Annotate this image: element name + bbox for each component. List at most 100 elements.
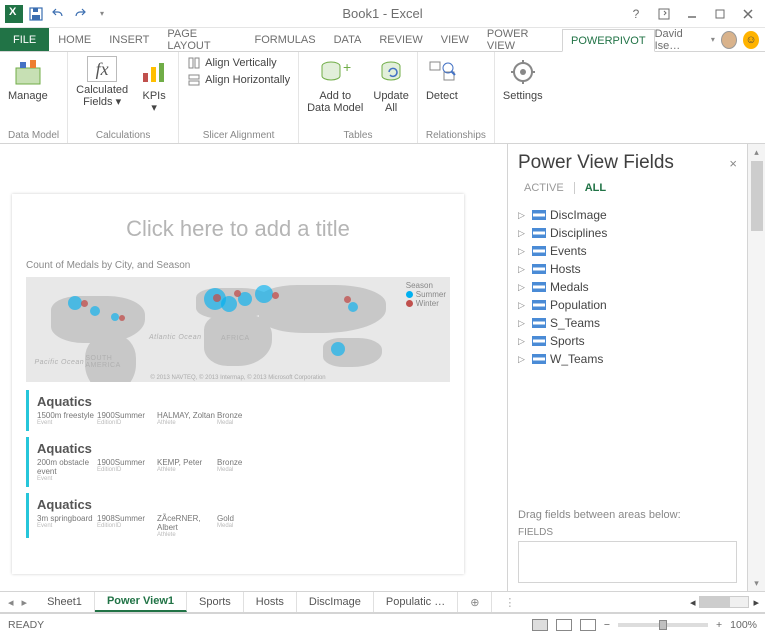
group-tables: + Add toData Model UpdateAll Tables xyxy=(299,52,418,143)
map-attribution: © 2013 NAVTEQ, © 2013 Intermap, © 2013 M… xyxy=(150,375,325,381)
sheet-tab-bar: ◂ ▸ Sheet1Power View1SportsHostsDiscImag… xyxy=(0,591,765,613)
ribbon-tabs: FILE HOME INSERT PAGE LAYOUT FORMULAS DA… xyxy=(0,28,765,52)
avatar[interactable] xyxy=(721,31,737,49)
field-table-disciplines[interactable]: ▷Disciplines xyxy=(518,224,737,242)
table-icon xyxy=(532,300,546,310)
table-icon xyxy=(532,264,546,274)
manage-button[interactable]: Manage xyxy=(8,56,48,102)
tab-data[interactable]: DATA xyxy=(325,28,371,51)
table-icon xyxy=(532,282,546,292)
power-view-fields-pane: Power View Fields× ACTIVE ALL ▷DiscImage… xyxy=(507,144,747,591)
page-break-view-icon[interactable] xyxy=(580,619,596,631)
add-to-data-model-button[interactable]: + Add toData Model xyxy=(307,56,363,114)
user-name[interactable]: David Ise… xyxy=(655,28,705,52)
data-cards[interactable]: Aquatics1500m freestyleEvent1900SummerEd… xyxy=(26,390,450,538)
zoom-slider[interactable] xyxy=(618,623,708,627)
scroll-up-icon[interactable]: ▴ xyxy=(754,144,759,160)
tab-formulas[interactable]: FORMULAS xyxy=(245,28,324,51)
data-card[interactable]: Aquatics200m obstacle eventEvent1900Summ… xyxy=(26,437,450,487)
tab-view[interactable]: VIEW xyxy=(432,28,478,51)
title-bar: ▾ Book1 - Excel ? xyxy=(0,0,765,28)
minimize-icon[interactable] xyxy=(679,4,705,24)
tab-review[interactable]: REVIEW xyxy=(370,28,431,51)
scroll-left-icon[interactable]: ◂ xyxy=(690,596,696,609)
align-vertically-button[interactable]: Align Vertically xyxy=(187,56,290,70)
field-table-medals[interactable]: ▷Medals xyxy=(518,278,737,296)
feedback-icon[interactable]: ☺ xyxy=(743,31,759,49)
field-table-s_teams[interactable]: ▷S_Teams xyxy=(518,314,737,332)
sheet-tab-power-view1[interactable]: Power View1 xyxy=(95,592,187,612)
group-calculations: fx CalculatedFields ▾ KPIs▾ Calculations xyxy=(68,52,179,143)
field-table-list: ▷DiscImage▷Disciplines▷Events▷Hosts▷Meda… xyxy=(518,206,737,368)
table-icon xyxy=(532,210,546,220)
field-table-sports[interactable]: ▷Sports xyxy=(518,332,737,350)
tab-active-fields[interactable]: ACTIVE xyxy=(518,180,570,196)
tab-page-layout[interactable]: PAGE LAYOUT xyxy=(158,28,245,51)
zoom-in-button[interactable]: + xyxy=(716,619,722,631)
tab-file[interactable]: FILE xyxy=(0,28,49,51)
tab-power-view[interactable]: POWER VIEW xyxy=(478,28,562,51)
update-all-button[interactable]: UpdateAll xyxy=(373,56,408,114)
sheet-tab-hosts[interactable]: Hosts xyxy=(244,592,297,612)
zoom-level[interactable]: 100% xyxy=(730,619,757,631)
field-table-discimage[interactable]: ▷DiscImage xyxy=(518,206,737,224)
field-table-events[interactable]: ▷Events xyxy=(518,242,737,260)
table-icon xyxy=(532,228,546,238)
field-table-w_teams[interactable]: ▷W_Teams xyxy=(518,350,737,368)
align-horizontally-button[interactable]: Align Horizontally xyxy=(187,73,290,87)
sheet-more-icon[interactable]: ⋮ xyxy=(492,592,527,612)
group-relationships: Detect Relationships xyxy=(418,52,495,143)
excel-icon xyxy=(4,4,24,24)
title-placeholder[interactable]: Click here to add a title xyxy=(12,194,464,254)
table-icon xyxy=(532,246,546,256)
table-icon xyxy=(532,318,546,328)
sheet-nav-first-icon[interactable]: ◂ xyxy=(8,596,14,609)
detect-button[interactable]: Detect xyxy=(426,56,458,102)
page-layout-view-icon[interactable] xyxy=(556,619,572,631)
tab-all-fields[interactable]: ALL xyxy=(579,180,612,196)
redo-icon[interactable] xyxy=(70,4,90,24)
field-table-population[interactable]: ▷Population xyxy=(518,296,737,314)
undo-icon[interactable] xyxy=(48,4,68,24)
fields-pane-title: Power View Fields× xyxy=(518,152,737,174)
chart-title: Count of Medals by City, and Season xyxy=(12,254,464,277)
sheet-tab-sports[interactable]: Sports xyxy=(187,592,244,612)
power-view-canvas-area: Click here to add a title Count of Medal… xyxy=(0,144,507,591)
new-sheet-button[interactable]: ⊕ xyxy=(458,592,492,612)
settings-button[interactable]: Settings xyxy=(503,56,543,102)
quick-access-toolbar: ▾ xyxy=(0,4,112,24)
scrollbar-thumb[interactable] xyxy=(751,161,763,231)
close-icon[interactable] xyxy=(735,4,761,24)
scroll-down-icon[interactable]: ▾ xyxy=(754,575,759,591)
field-table-hosts[interactable]: ▷Hosts xyxy=(518,260,737,278)
data-card[interactable]: Aquatics3m springboardEvent1908SummerEdi… xyxy=(26,493,450,538)
vertical-scrollbar[interactable]: ▴ ▾ xyxy=(747,144,765,591)
tab-insert[interactable]: INSERT xyxy=(100,28,158,51)
sheet-tab-discimage[interactable]: DiscImage xyxy=(297,592,374,612)
kpis-button[interactable]: KPIs▾ xyxy=(138,56,170,114)
group-slicer-alignment: Align Vertically Align Horizontally Slic… xyxy=(179,52,299,143)
horizontal-scrollbar[interactable]: ◂ ▸ xyxy=(684,592,765,612)
zoom-out-button[interactable]: − xyxy=(604,619,610,631)
content-area: Click here to add a title Count of Medal… xyxy=(0,144,765,591)
close-pane-icon[interactable]: × xyxy=(729,156,737,171)
calculated-fields-button[interactable]: fx CalculatedFields ▾ xyxy=(76,56,128,108)
map-legend: Season Summer Winter xyxy=(406,281,446,308)
normal-view-icon[interactable] xyxy=(532,619,548,631)
sheet-tab-sheet1[interactable]: Sheet1 xyxy=(35,592,95,612)
ribbon-display-icon[interactable] xyxy=(651,4,677,24)
sheet-tab-populatic-[interactable]: Populatic … xyxy=(374,592,458,612)
maximize-icon[interactable] xyxy=(707,4,733,24)
help-icon[interactable]: ? xyxy=(623,4,649,24)
tab-powerpivot[interactable]: POWERPIVOT xyxy=(562,29,655,52)
drop-fields-box[interactable] xyxy=(518,541,737,583)
ribbon: Manage Data Model fx CalculatedFields ▾ … xyxy=(0,52,765,144)
power-view-canvas[interactable]: Click here to add a title Count of Medal… xyxy=(12,194,464,574)
sheet-nav-prev-icon[interactable]: ▸ xyxy=(22,596,28,609)
data-card[interactable]: Aquatics1500m freestyleEvent1900SummerEd… xyxy=(26,390,450,431)
qat-customize-icon[interactable]: ▾ xyxy=(92,4,112,24)
map-chart[interactable]: SOUTHAMERICA AFRICA Atlantic Ocean Pacif… xyxy=(26,277,450,382)
scroll-right-icon[interactable]: ▸ xyxy=(753,596,759,609)
save-icon[interactable] xyxy=(26,4,46,24)
tab-home[interactable]: HOME xyxy=(49,28,100,51)
